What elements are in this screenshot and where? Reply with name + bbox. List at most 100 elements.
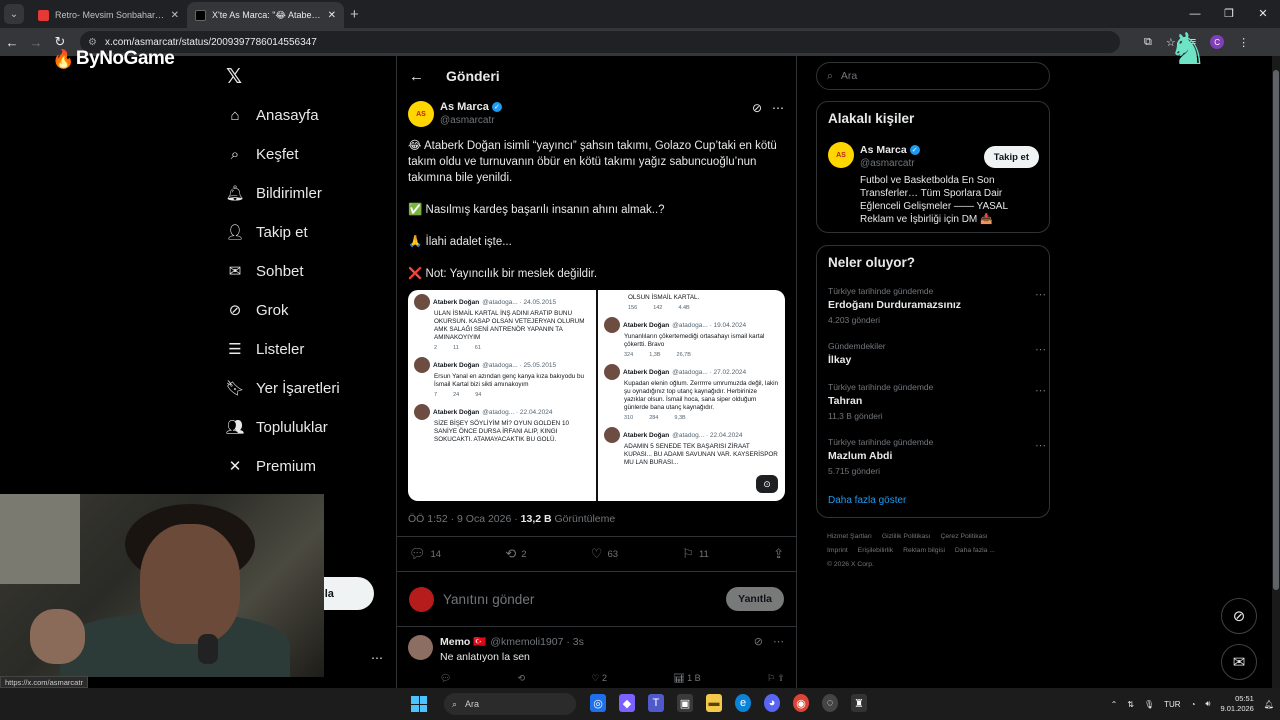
windows-start-icon[interactable] (411, 696, 427, 712)
language-indicator[interactable]: TUR (1164, 700, 1180, 709)
reply-avatar[interactable] (408, 635, 433, 660)
author-avatar[interactable]: AS (408, 101, 434, 127)
nav-grok[interactable]: ⊘ Grok (226, 301, 289, 320)
volume-icon[interactable]: 🔊︎ (1205, 699, 1210, 709)
mic-icon[interactable]: 🎙︎ (1144, 700, 1154, 709)
copilot-icon[interactable]: ◆ (619, 694, 635, 712)
new-tab-icon[interactable]: + (350, 6, 359, 23)
author-name-row[interactable]: As Marca ✓ (440, 101, 502, 113)
trend-item[interactable]: Gündemdekiler İlkay ⋯ (828, 341, 1046, 366)
nav-communities[interactable]: 👥︎ Topluluklar (225, 418, 327, 437)
browser-tab-active[interactable]: X'te As Marca: "😂 Ataberk Doğ... ✕ (187, 2, 344, 28)
related-avatar[interactable]: AS (828, 142, 854, 168)
repost-icon[interactable]: ⟲ (518, 673, 526, 684)
reply-submit-button[interactable]: Yanıtla (726, 587, 784, 611)
app-icon-1[interactable]: ◎ (590, 694, 606, 712)
footer-link[interactable]: Gizlilik Politikası (882, 533, 931, 540)
share-button[interactable]: ⇪ (773, 546, 784, 562)
trend-item[interactable]: Türkiye tarihinde gündemde Erdoğanı Durd… (828, 286, 1046, 325)
author-handle[interactable]: @asmarcatr (440, 115, 495, 126)
more-icon[interactable]: ⋯ (1035, 384, 1046, 397)
footer-link[interactable]: Daha fazla ... (955, 547, 995, 554)
minimize-icon[interactable]: — (1178, 0, 1212, 28)
site-info-icon[interactable]: ⚙ (88, 37, 97, 48)
more-icon[interactable]: ⋯ (773, 635, 784, 648)
footer-link[interactable]: Imprint (827, 547, 848, 554)
file-explorer-icon[interactable]: ▬ (706, 694, 722, 712)
restore-icon[interactable]: ❐ (1212, 0, 1246, 28)
reply-button[interactable]: 💬︎ 14 (409, 546, 441, 562)
nav-chat[interactable]: ✉ Sohbet (226, 262, 304, 281)
browser-tab[interactable]: Retro- Mevsim Sonbahar X MV... ✕ (30, 2, 187, 28)
scrollbar[interactable] (1272, 56, 1280, 688)
profile-avatar[interactable]: C (1210, 35, 1225, 49)
forward-icon[interactable]: → (24, 35, 48, 50)
nav-follow[interactable]: 👤︎ Takip et (225, 223, 307, 242)
grok-icon[interactable]: ⊘ (752, 101, 762, 115)
reply-author[interactable]: Memo 🇹🇷 (440, 635, 486, 648)
close-window-icon[interactable]: ✕ (1246, 0, 1280, 28)
back-arrow-icon[interactable]: ← (409, 68, 424, 85)
teams-icon[interactable]: T (648, 694, 664, 712)
more-icon[interactable]: ⋯ (772, 101, 784, 115)
close-tab-icon[interactable]: ✕ (171, 10, 179, 21)
nav-home[interactable]: ⌂ Anasayfa (226, 106, 318, 124)
tray-chevron-icon[interactable]: ⌃ (1111, 700, 1118, 709)
image-edit-icon[interactable]: ⊙ (756, 475, 778, 493)
like-button[interactable]: ♡ 2 (591, 673, 607, 684)
notification-icon[interactable]: 🔔︎ (1264, 700, 1274, 709)
my-avatar[interactable] (409, 586, 434, 612)
app-icon-10[interactable]: ♜ (851, 694, 867, 712)
install-icon[interactable]: ⧉ (1144, 36, 1152, 49)
follow-button[interactable]: Takip et (983, 146, 1039, 168)
bookmark-share[interactable]: ⚐ ⇪ (767, 673, 785, 684)
bookmark-button[interactable]: ⚐ 11 (682, 546, 709, 562)
nav-bookmarks[interactable]: 🔖︎ Yer İşaretleri (225, 379, 339, 398)
post-media-image[interactable]: Ataberk Doğan @atadoga... · 24.05.2015 UL… (408, 290, 785, 501)
menu-icon[interactable]: ⋮ (1238, 36, 1249, 49)
obs-icon[interactable]: ◌ (822, 694, 838, 712)
nav-notifications[interactable]: 🔔︎ Bildirimler (225, 184, 321, 203)
trend-item[interactable]: Türkiye tarihinde gündemde Tahran 11,3 B… (828, 382, 1046, 421)
post-paragraph: ❌ Not: Yayıncılık bir meslek değildir. (408, 268, 598, 280)
close-tab-icon[interactable]: ✕ (328, 10, 336, 21)
like-button[interactable]: ♡ 63 (591, 546, 618, 562)
url-bar[interactable]: ⚙ x.com/asmarcatr/status/200939778601455… (80, 31, 1120, 53)
grok-fab-icon[interactable]: ⊘ (1221, 598, 1257, 634)
reply-input[interactable]: Yanıtını gönder (443, 592, 726, 607)
reply-tweet[interactable]: Memo 🇹🇷 @kmemoli1907 · 3s ⊘ ⋯ Ne anlatıy… (397, 629, 796, 689)
search-input[interactable]: ⌕ Ara (816, 62, 1050, 90)
discord-icon[interactable]: ◕ (764, 694, 780, 712)
footer-link[interactable]: Reklam bilgisi (903, 547, 945, 554)
related-name-row[interactable]: As Marca ✓ (860, 144, 920, 156)
trend-item[interactable]: Türkiye tarihinde gündemde Mazlum Abdi 5… (828, 437, 1046, 476)
footer-link[interactable]: Erişilebilirlik (858, 547, 894, 554)
store-icon[interactable]: ▣ (677, 694, 693, 712)
grok-icon[interactable]: ⊘ (754, 635, 763, 648)
account-more-icon[interactable]: ⋯ (371, 651, 383, 665)
nav-lists[interactable]: ☰ Listeler (226, 340, 304, 359)
tab-list-button[interactable]: ⌄ (4, 4, 24, 24)
edge-icon[interactable]: e (735, 694, 751, 712)
network-icon[interactable]: ⇅ (1127, 700, 1134, 709)
more-icon[interactable]: ⋯ (1035, 439, 1046, 452)
footer-link[interactable]: Çerez Politikası (940, 533, 987, 540)
x-logo-icon[interactable]: 𝕏 (226, 64, 242, 89)
scrollbar-thumb[interactable] (1273, 70, 1279, 590)
nav-explore[interactable]: ⌕ Keşfet (226, 145, 299, 163)
back-icon[interactable]: ← (0, 35, 24, 50)
taskbar-search[interactable]: ⌕ Ara (444, 693, 576, 715)
nav-premium[interactable]: ✕ Premium (226, 457, 316, 476)
more-icon[interactable]: ⋯ (1035, 288, 1046, 301)
messages-fab-icon[interactable]: ✉ (1221, 644, 1257, 680)
views-button[interactable]: 📊︎ 1 B (673, 673, 700, 684)
more-icon[interactable]: ⋯ (1035, 343, 1046, 356)
show-more-link[interactable]: Daha fazla göster (828, 495, 906, 506)
reply-icon[interactable]: 💬︎ (440, 673, 451, 684)
clock[interactable]: 05:51 9.01.2026 (1220, 694, 1253, 714)
chrome-icon[interactable]: ◉ (793, 694, 809, 712)
footer-link[interactable]: Hizmet Şartları (827, 533, 872, 540)
wifi-icon[interactable]: ◔ (1191, 700, 1196, 709)
repost-button[interactable]: ⟲ 2 (505, 546, 526, 562)
post-time[interactable]: ÖÖ 1:52 · 9 Oca 2026 · (408, 513, 518, 525)
